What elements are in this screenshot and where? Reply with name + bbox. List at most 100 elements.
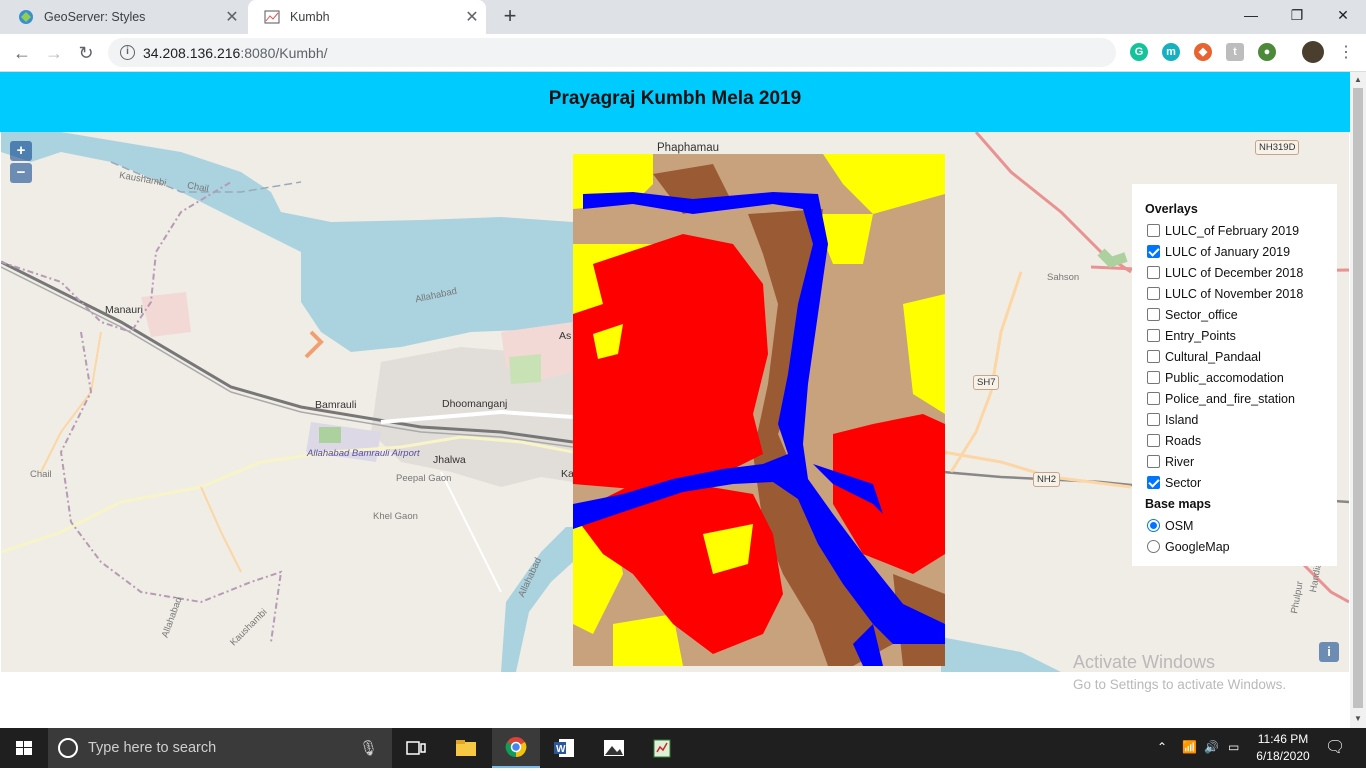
lulc-urban — [573, 234, 768, 489]
battery-icon[interactable]: ▭ — [1228, 740, 1239, 754]
new-tab-icon[interactable]: + — [498, 4, 522, 28]
tab-title: Kumbh — [290, 10, 330, 24]
photos-icon[interactable] — [590, 728, 638, 768]
reload-icon[interactable]: ↻ — [74, 41, 98, 65]
river-ganga — [61, 132, 573, 352]
chrome-taskbar-icon[interactable] — [492, 728, 540, 768]
forward-icon[interactable]: → — [42, 41, 66, 65]
lulc-overlay — [573, 154, 945, 666]
green-patch — [1097, 248, 1128, 268]
restore-icon[interactable]: ❐ — [1274, 0, 1320, 30]
tab-geoserver-styles[interactable]: GeoServer: Styles ✕ — [2, 0, 246, 34]
place-label: Chail — [30, 469, 52, 480]
overlay-entry-points[interactable]: Entry_Points — [1145, 325, 1337, 346]
checkbox[interactable] — [1147, 287, 1160, 300]
overlay-lulc-nov-2018[interactable]: LULC of November 2018 — [1145, 283, 1337, 304]
window-close-icon[interactable]: ✕ — [1320, 0, 1366, 30]
scroll-down-icon[interactable]: ▼ — [1354, 714, 1362, 723]
checkbox[interactable] — [1147, 413, 1160, 426]
profile-avatar[interactable] — [1302, 41, 1324, 63]
checkbox-checked[interactable] — [1147, 476, 1160, 489]
back-icon[interactable]: ← — [10, 41, 34, 65]
notifications-icon[interactable]: 🗨 — [1325, 737, 1345, 757]
checkbox[interactable] — [1147, 329, 1160, 342]
document-extension-icon[interactable]: t — [1226, 43, 1244, 61]
checkbox[interactable] — [1147, 308, 1160, 321]
address-bar[interactable]: i 34.208.136.216:8080/Kumbh/ — [108, 38, 1116, 67]
show-hidden-icons[interactable]: ⌃ — [1157, 740, 1167, 754]
layer-label: GoogleMap — [1165, 539, 1230, 554]
watermark-line2: Go to Settings to activate Windows. — [1073, 677, 1287, 692]
m-extension-icon[interactable]: m — [1162, 43, 1180, 61]
place-label: As — [559, 330, 572, 342]
geoserver-favicon-icon — [18, 9, 34, 25]
globe-extension-icon[interactable]: ● — [1258, 43, 1276, 61]
activate-windows-watermark: Activate Windows Go to Settings to activ… — [1073, 652, 1286, 692]
place-label: Sahson — [1047, 272, 1080, 283]
basemaps-title: Base maps — [1145, 497, 1212, 511]
overlay-police-fire-station[interactable]: Police_and_fire_station — [1145, 388, 1337, 409]
clock-date: 6/18/2020 — [1256, 749, 1310, 763]
basemap-googlemap[interactable]: GoogleMap — [1145, 536, 1337, 557]
map-viewport[interactable]: Phaphamau Kaushambi Chail Manauri Allaha… — [1, 132, 1349, 672]
overlay-lulc-jan-2019[interactable]: LULC of January 2019 — [1145, 241, 1337, 262]
overlay-sector[interactable]: Sector — [1145, 472, 1337, 493]
notepad-icon[interactable] — [638, 728, 686, 768]
layer-label: Public_accomodation — [1165, 370, 1284, 385]
checkbox[interactable] — [1147, 224, 1160, 237]
overlay-river[interactable]: River — [1145, 451, 1337, 472]
attribution-info-button[interactable]: i — [1319, 642, 1339, 662]
scrollbar-thumb[interactable] — [1353, 88, 1363, 708]
overlay-island[interactable]: Island — [1145, 409, 1337, 430]
checkbox[interactable] — [1147, 434, 1160, 447]
start-button[interactable] — [0, 728, 48, 768]
task-view-icon[interactable] — [392, 728, 440, 768]
checkbox-checked[interactable] — [1147, 245, 1160, 258]
zoom-out-button[interactable]: − — [10, 163, 32, 183]
overlay-cultural-pandaal[interactable]: Cultural_Pandaal — [1145, 346, 1337, 367]
page-scrollbar[interactable]: ▲ ▼ — [1350, 72, 1366, 728]
site-info-icon[interactable]: i — [120, 45, 135, 60]
tab-kumbh[interactable]: Kumbh ✕ — [248, 0, 486, 34]
basemap-osm[interactable]: OSM — [1145, 515, 1337, 536]
network-icon[interactable]: 📶 — [1182, 740, 1197, 754]
overlay-roads[interactable]: Roads — [1145, 430, 1337, 451]
minimize-icon[interactable]: — — [1228, 0, 1274, 30]
place-label: Phaphamau — [657, 142, 720, 154]
layer-label: LULC_of February 2019 — [1165, 223, 1300, 238]
road-red-se — [1299, 560, 1349, 604]
checkbox[interactable] — [1147, 371, 1160, 384]
checkbox[interactable] — [1147, 392, 1160, 405]
menu-icon[interactable]: ⋮ — [1334, 41, 1358, 65]
taskbar-search[interactable]: Type here to search 🎙 — [48, 728, 392, 768]
overlay-public-accomodation[interactable]: Public_accomodation — [1145, 367, 1337, 388]
overlay-lulc-dec-2018[interactable]: LULC of December 2018 — [1145, 262, 1337, 283]
layer-label: Island — [1165, 412, 1199, 427]
checkbox[interactable] — [1147, 455, 1160, 468]
cortana-icon — [58, 738, 78, 758]
tab-close-icon[interactable]: ✕ — [458, 7, 486, 27]
layer-label: Roads — [1165, 433, 1202, 448]
road-orange-bits — [304, 330, 324, 359]
radio-checked[interactable] — [1147, 519, 1160, 532]
browser-tab-strip: GeoServer: Styles ✕ Kumbh ✕ + — ❐ ✕ — [0, 0, 1366, 34]
place-label: Dhoomanganj — [442, 398, 508, 410]
place-label: Jhalwa — [433, 454, 466, 466]
checkbox[interactable] — [1147, 266, 1160, 279]
clock-time: 11:46 PM — [1257, 732, 1309, 746]
minor-road-2 — [200, 486, 242, 573]
scroll-up-icon[interactable]: ▲ — [1354, 75, 1362, 84]
tab-close-icon[interactable]: ✕ — [218, 7, 246, 27]
microphone-icon[interactable]: 🎙 — [359, 739, 378, 757]
overlay-lulc-feb-2019[interactable]: LULC_of February 2019 — [1145, 220, 1337, 241]
zoom-in-button[interactable]: + — [10, 141, 32, 161]
checkbox[interactable] — [1147, 350, 1160, 363]
file-explorer-icon[interactable] — [442, 728, 490, 768]
shield-extension-icon[interactable]: ◆ — [1194, 43, 1212, 61]
grammarly-extension-icon[interactable]: G — [1130, 43, 1148, 61]
overlay-sector-office[interactable]: Sector_office — [1145, 304, 1337, 325]
word-icon[interactable]: W — [540, 728, 588, 768]
radio[interactable] — [1147, 540, 1160, 553]
system-clock[interactable]: 11:46 PM 6/18/2020 — [1248, 731, 1318, 765]
volume-icon[interactable]: 🔊 — [1204, 740, 1219, 754]
